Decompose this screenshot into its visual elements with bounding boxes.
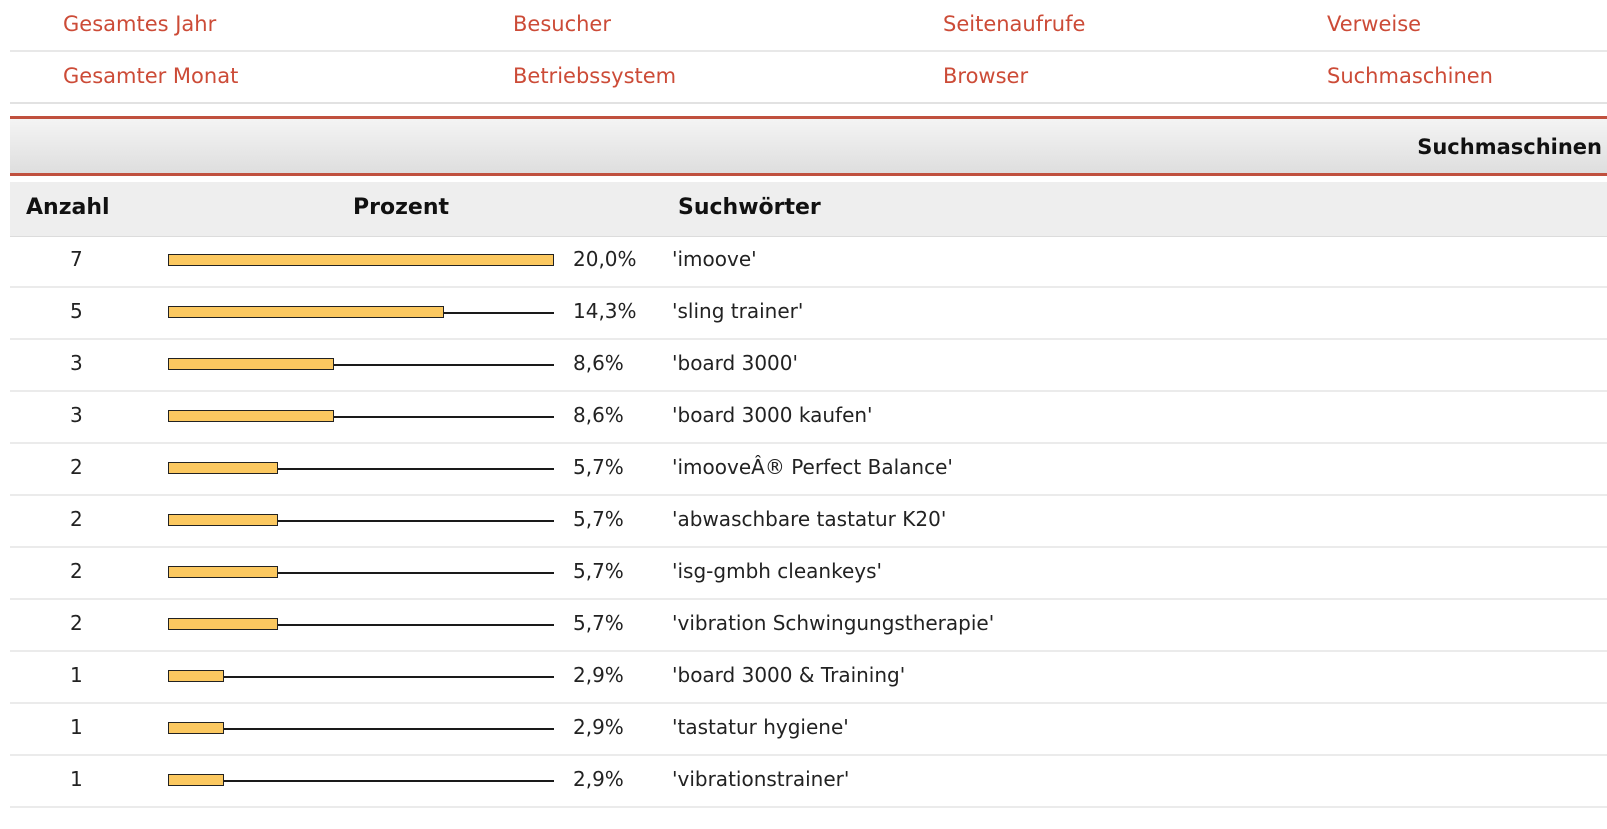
percent-bar-fill bbox=[168, 722, 224, 734]
keyword-cell: 'board 3000' bbox=[672, 351, 799, 375]
percent-bar-track bbox=[168, 358, 554, 370]
nav-link-betriebssystem[interactable]: Betriebssystem bbox=[513, 64, 676, 88]
percent-cell: 20,0% bbox=[573, 247, 637, 271]
count-cell: 1 bbox=[70, 715, 83, 739]
count-cell: 1 bbox=[70, 767, 83, 791]
percent-bar-track bbox=[168, 462, 554, 474]
percent-bar-fill bbox=[168, 254, 554, 266]
column-header-count: Anzahl bbox=[26, 195, 110, 220]
percent-bar-fill bbox=[168, 514, 278, 526]
table-row: 2 5,7% 'imooveÂ® Perfect Balance' bbox=[10, 444, 1607, 496]
percent-cell: 8,6% bbox=[573, 351, 624, 375]
nav-link-suchmaschinen[interactable]: Suchmaschinen bbox=[1327, 64, 1493, 88]
percent-bar-track bbox=[168, 618, 554, 630]
percent-cell: 2,9% bbox=[573, 663, 624, 687]
keyword-cell: 'imoove' bbox=[672, 247, 757, 271]
keyword-cell: 'abwaschbare tastatur K20' bbox=[672, 507, 947, 531]
table-row: 3 8,6% 'board 3000' bbox=[10, 340, 1607, 392]
nav-link-verweise[interactable]: Verweise bbox=[1327, 12, 1421, 36]
count-cell: 2 bbox=[70, 559, 83, 583]
percent-cell: 5,7% bbox=[573, 559, 624, 583]
percent-bar-fill bbox=[168, 306, 444, 318]
keyword-cell: 'imooveÂ® Perfect Balance' bbox=[672, 455, 953, 479]
percent-cell: 5,7% bbox=[573, 611, 624, 635]
percent-cell: 14,3% bbox=[573, 299, 637, 323]
percent-bar-track bbox=[168, 514, 554, 526]
keyword-cell: 'board 3000 kaufen' bbox=[672, 403, 873, 427]
nav-link-browser[interactable]: Browser bbox=[943, 64, 1028, 88]
percent-bar-track bbox=[168, 410, 554, 422]
keyword-cell: 'vibration Schwingungstherapie' bbox=[672, 611, 995, 635]
count-cell: 3 bbox=[70, 403, 83, 427]
table-row: 1 2,9% 'tastatur hygiene' bbox=[10, 704, 1607, 756]
table-header: Anzahl Prozent Suchwörter bbox=[10, 182, 1607, 237]
percent-bar-track bbox=[168, 774, 554, 786]
table-row: 3 8,6% 'board 3000 kaufen' bbox=[10, 392, 1607, 444]
percent-bar-fill bbox=[168, 670, 224, 682]
percent-bar-track bbox=[168, 566, 554, 578]
percent-bar-track bbox=[168, 254, 554, 266]
table-row: 1 2,9% 'vibrationstrainer' bbox=[10, 756, 1607, 808]
keyword-cell: 'tastatur hygiene' bbox=[672, 715, 849, 739]
count-cell: 5 bbox=[70, 299, 83, 323]
keyword-cell: 'isg-gmbh cleankeys' bbox=[672, 559, 883, 583]
count-cell: 2 bbox=[70, 455, 83, 479]
percent-bar-track bbox=[168, 306, 554, 318]
nav-link-seitenaufrufe[interactable]: Seitenaufrufe bbox=[943, 12, 1085, 36]
table-row: 2 5,7% 'isg-gmbh cleankeys' bbox=[10, 548, 1607, 600]
percent-cell: 5,7% bbox=[573, 507, 624, 531]
table-row: 2 5,7% 'abwaschbare tastatur K20' bbox=[10, 496, 1607, 548]
table-row: 7 20,0% 'imoove' bbox=[10, 236, 1607, 288]
percent-bar-fill bbox=[168, 618, 278, 630]
percent-bar-track bbox=[168, 722, 554, 734]
table-row: 2 5,7% 'vibration Schwingungstherapie' bbox=[10, 600, 1607, 652]
column-header-percent: Prozent bbox=[353, 195, 449, 220]
table-row: 1 2,9% 'board 3000 & Training' bbox=[10, 652, 1607, 704]
table-row: 5 14,3% 'sling trainer' bbox=[10, 288, 1607, 340]
count-cell: 2 bbox=[70, 507, 83, 531]
keyword-cell: 'vibrationstrainer' bbox=[672, 767, 850, 791]
keyword-cell: 'sling trainer' bbox=[672, 299, 804, 323]
count-cell: 1 bbox=[70, 663, 83, 687]
nav-link-besucher[interactable]: Besucher bbox=[513, 12, 611, 36]
percent-bar-fill bbox=[168, 774, 224, 786]
percent-bar-fill bbox=[168, 462, 278, 474]
percent-bar-fill bbox=[168, 410, 334, 422]
percent-bar-fill bbox=[168, 566, 278, 578]
keyword-table-body: 7 20,0% 'imoove' 5 14,3% 'sling trainer' 3 8,6%… bbox=[10, 236, 1607, 808]
nav-row-2: Gesamter Monat Betriebssystem Browser Su… bbox=[10, 52, 1607, 104]
nav-row-1: Gesamtes Jahr Besucher Seitenaufrufe Ver… bbox=[10, 0, 1607, 52]
nav-link-gesamter-monat[interactable]: Gesamter Monat bbox=[63, 64, 238, 88]
percent-cell: 5,7% bbox=[573, 455, 624, 479]
section-title: Suchmaschinen bbox=[1417, 135, 1602, 159]
count-cell: 2 bbox=[70, 611, 83, 635]
count-cell: 3 bbox=[70, 351, 83, 375]
percent-bar-track bbox=[168, 670, 554, 682]
section-header: Suchmaschinen bbox=[10, 116, 1607, 176]
percent-cell: 2,9% bbox=[573, 715, 624, 739]
column-header-keywords: Suchwörter bbox=[678, 195, 821, 220]
nav-link-gesamtes-jahr[interactable]: Gesamtes Jahr bbox=[63, 12, 216, 36]
percent-bar-fill bbox=[168, 358, 334, 370]
keyword-cell: 'board 3000 & Training' bbox=[672, 663, 906, 687]
percent-cell: 2,9% bbox=[573, 767, 624, 791]
percent-cell: 8,6% bbox=[573, 403, 624, 427]
count-cell: 7 bbox=[70, 247, 83, 271]
